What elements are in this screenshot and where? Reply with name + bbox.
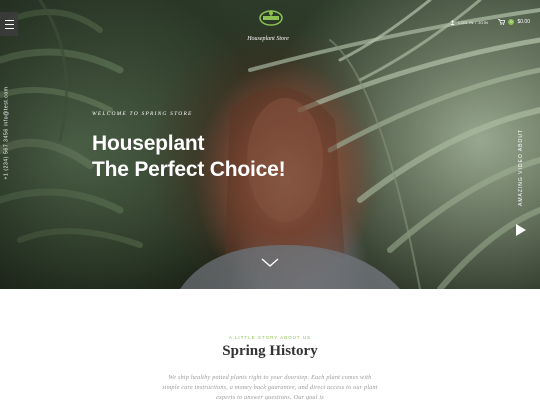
cart-icon — [498, 19, 506, 25]
hamburger-icon — [4, 19, 14, 21]
header-actions: LOG IN / JOIN 0 $0.00 — [450, 19, 530, 25]
hamburger-icon-line — [4, 23, 14, 25]
cart-button[interactable]: 0 $0.00 — [498, 19, 530, 25]
contact-info-vertical[interactable]: +1 (234) 567 3456 info@test.com — [3, 86, 12, 179]
user-icon — [450, 19, 455, 25]
cart-count-badge: 0 — [508, 19, 515, 25]
menu-toggle-button[interactable] — [0, 12, 18, 36]
login-link[interactable]: LOG IN / JOIN — [450, 20, 488, 25]
cart-total: $0.00 — [517, 19, 530, 25]
video-label-vertical: AMAZING VIDEO ABOUT — [518, 128, 524, 206]
hero-headline-line2: The Perfect Choice! — [92, 158, 286, 181]
hero-headline: Houseplant The Perfect Choice! — [92, 131, 286, 183]
story-section: A LITTLE STORY ABOUT US Spring History W… — [0, 289, 540, 400]
story-text: We ship healthy potted plants right to y… — [162, 374, 378, 400]
site-logo[interactable]: Houseplant Store — [246, 8, 296, 42]
play-icon[interactable] — [515, 223, 527, 237]
story-title: Spring History — [222, 343, 318, 359]
hero-headline-line1: Houseplant — [92, 132, 205, 155]
logo-text: Houseplant Store — [247, 36, 289, 42]
hero-section: Houseplant Store LOG IN / JOIN 0 $0.00 +… — [0, 0, 540, 289]
login-label: LOG IN / JOIN — [458, 19, 489, 25]
chevron-down-icon[interactable] — [261, 258, 279, 268]
hero-welcome-text: WELCOME TO SPRING STORE — [92, 111, 193, 117]
story-eyebrow: A LITTLE STORY ABOUT US — [228, 335, 312, 340]
leaf-badge-icon — [259, 10, 283, 26]
hamburger-icon-line — [4, 27, 14, 29]
